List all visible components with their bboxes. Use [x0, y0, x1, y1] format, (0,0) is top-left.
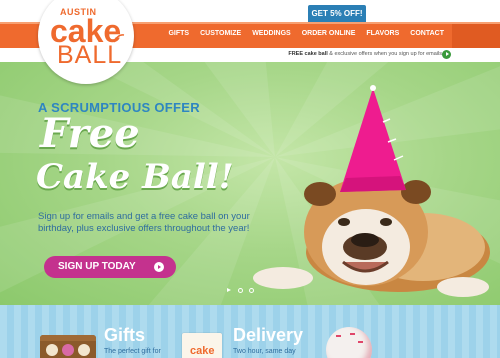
- nav-gifts[interactable]: GIFTS: [168, 30, 189, 37]
- email-offer-bold: FREE cake ball: [288, 51, 328, 57]
- promo-tab[interactable]: GET 5% OFF!: [308, 5, 366, 22]
- hero-description: Sign up for emails and get a free cake b…: [38, 211, 250, 234]
- cake-bag-image: cake: [182, 333, 222, 358]
- carousel-next-icon[interactable]: [227, 288, 232, 293]
- bulldog-party-hat-image: [253, 85, 490, 297]
- bag-label: cake: [190, 345, 215, 357]
- features-section: Gifts The perfect gift for cake Delivery…: [0, 305, 500, 358]
- email-offer-text[interactable]: FREE cake ball & exclusive offers when y…: [288, 51, 442, 57]
- nav-contact[interactable]: CONTACT: [410, 30, 444, 37]
- sign-up-button[interactable]: SIGN UP TODAY: [44, 256, 176, 278]
- nav-flavors[interactable]: FLAVORS: [366, 30, 399, 37]
- cake-ball-image: [326, 327, 372, 358]
- cake-ball-headline: Cake Ball!: [36, 157, 234, 197]
- gifts-subtitle: The perfect gift for: [104, 348, 161, 355]
- nav-bar-end: [452, 24, 500, 48]
- page: GET 5% OFF! GIFTS CUSTOMIZE WEDDINGS ORD…: [0, 0, 500, 358]
- gift-box-image: [40, 335, 96, 358]
- delivery-title[interactable]: Delivery: [233, 325, 303, 346]
- carousel-dot[interactable]: [238, 288, 243, 293]
- email-offer-rest: & exclusive offers when you sign up for …: [327, 51, 442, 57]
- hero-banner: A SCRUMPTIOUS OFFER Free Cake Ball! Sign…: [0, 62, 500, 305]
- arrow-right-icon[interactable]: [442, 50, 451, 59]
- delivery-subtitle: Two hour, same day: [233, 348, 296, 355]
- gifts-title[interactable]: Gifts: [104, 325, 145, 346]
- play-arrow-icon: [154, 262, 164, 272]
- swoosh-icon: [113, 34, 125, 43]
- sign-up-label: SIGN UP TODAY: [58, 261, 136, 272]
- nav-customize[interactable]: CUSTOMIZE: [200, 30, 241, 37]
- nav-order-online[interactable]: ORDER ONLINE: [302, 30, 356, 37]
- free-headline: Free: [40, 110, 140, 157]
- nav-weddings[interactable]: WEDDINGS: [252, 30, 291, 37]
- main-nav: GIFTS CUSTOMIZE WEDDINGS ORDER ONLINE FL…: [168, 30, 444, 37]
